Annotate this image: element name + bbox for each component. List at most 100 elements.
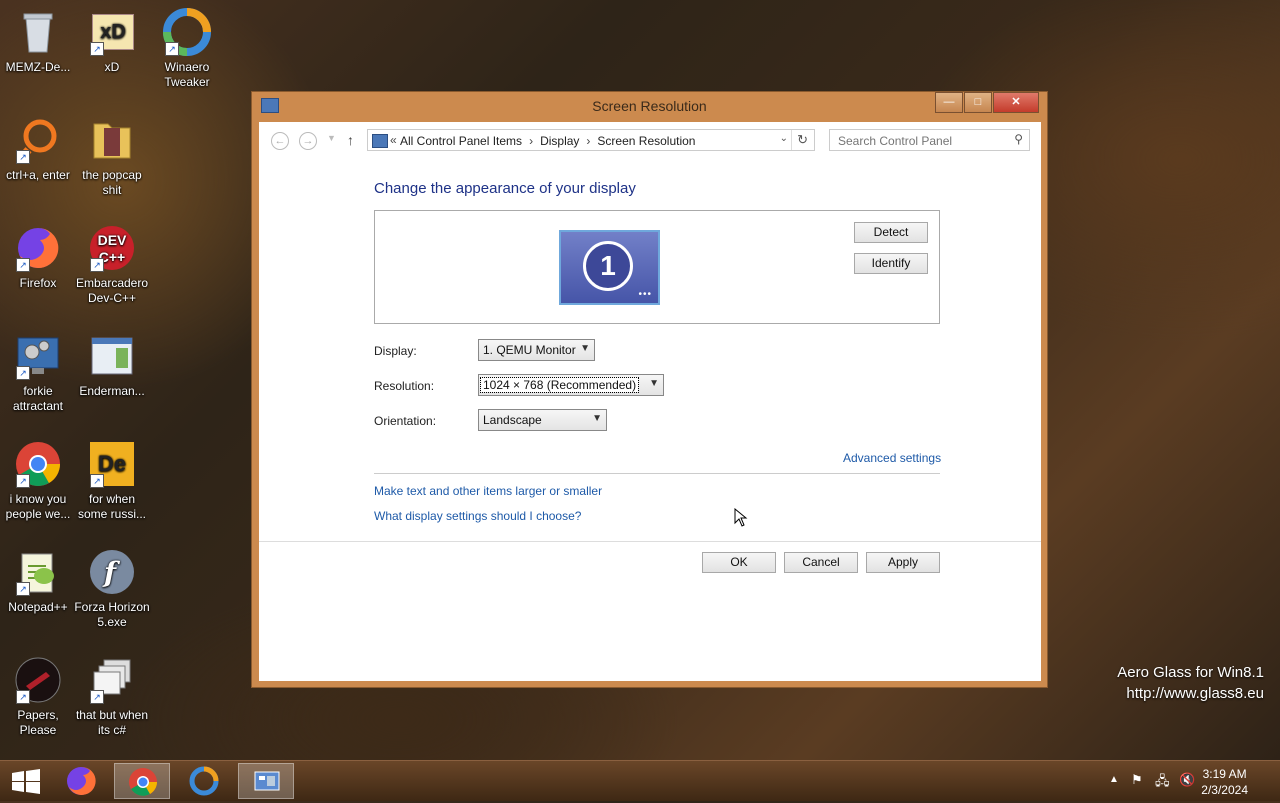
de-app-icon: De ↗: [88, 440, 136, 488]
desktop-icon-popcap[interactable]: the popcap shit: [74, 116, 150, 198]
address-dropdown-chevron-icon[interactable]: ⌄: [780, 133, 788, 144]
chevron-down-icon: ▼: [592, 413, 602, 424]
desktop-icon-forkie[interactable]: ↗ forkie attractant: [0, 332, 76, 414]
system-clock[interactable]: 3:19 AM 2/3/2024: [1201, 766, 1248, 798]
desktop-icon-memz[interactable]: MEMZ-De...: [0, 8, 76, 75]
breadcrumb-all-control-panel-items[interactable]: All Control Panel Items: [400, 134, 522, 148]
xd-app-icon: xD ↗: [88, 8, 136, 56]
shortcut-arrow-icon: ↗: [16, 150, 30, 164]
shortcut-arrow-icon: ↗: [165, 42, 179, 56]
chevron-down-icon: ▼: [580, 343, 590, 354]
shortcut-arrow-icon: ↗: [90, 42, 104, 56]
display-label: Display:: [374, 344, 417, 358]
refresh-icon[interactable]: ↻: [797, 132, 808, 148]
monitor-number: 1: [583, 241, 633, 291]
taskbar-chrome[interactable]: [114, 763, 170, 799]
volume-muted-icon[interactable]: 🔇: [1179, 772, 1195, 788]
magnifier-app-icon: ↗: [14, 116, 62, 164]
display-select-value: 1. QEMU Monitor: [483, 343, 576, 357]
orientation-label: Orientation:: [374, 414, 437, 428]
desktop-icon-that-but-csharp[interactable]: ↗ that but when its c#: [74, 656, 150, 738]
notepadpp-icon: ↗: [14, 548, 62, 596]
resolution-select[interactable]: 1024 × 768 (Recommended) ▼: [478, 374, 664, 396]
winaero-icon: ↗: [163, 8, 211, 56]
desktop-icon-chrome[interactable]: ↗ i know you people we...: [0, 440, 76, 522]
desktop-icon-ctrl-a-enter[interactable]: ↗ ctrl+a, enter: [0, 116, 76, 183]
windows-logo-icon: [12, 769, 40, 794]
desktop-icon-papers-please[interactable]: ↗ Papers, Please: [0, 656, 76, 738]
advanced-settings-link[interactable]: Advanced settings: [843, 451, 941, 465]
display-select[interactable]: 1. QEMU Monitor ▼: [478, 339, 595, 361]
display-help-link[interactable]: What display settings should I choose?: [374, 509, 581, 523]
search-input[interactable]: [836, 133, 1010, 149]
shortcut-arrow-icon: ↗: [16, 690, 30, 704]
footer-divider: [259, 541, 1041, 542]
watermark-line-1: Aero Glass for Win8.1: [1117, 664, 1264, 681]
ok-button[interactable]: OK: [702, 552, 776, 573]
minimize-button[interactable]: —: [935, 92, 963, 113]
window-content: ← → ▼ ↑ « All Control Panel Items › Displa…: [259, 122, 1041, 681]
shortcut-arrow-icon: ↗: [16, 258, 30, 272]
shortcut-arrow-icon: ↗: [16, 366, 30, 380]
aero-glass-watermark: Aero Glass for Win8.1 http://www.glass8.…: [1117, 662, 1264, 704]
shortcut-arrow-icon: ↗: [90, 474, 104, 488]
text-size-link[interactable]: Make text and other items larger or smal…: [374, 484, 602, 498]
apply-button[interactable]: Apply: [866, 552, 940, 573]
taskbar-firefox[interactable]: [53, 763, 109, 799]
resolution-label: Resolution:: [374, 379, 435, 393]
desktop-icon-de[interactable]: De ↗ for when some russi...: [74, 440, 150, 522]
address-bar[interactable]: « All Control Panel Items › Display › Screen…: [367, 129, 815, 151]
orientation-select[interactable]: Landscape ▼: [478, 409, 607, 431]
up-arrow-icon[interactable]: ↑: [347, 132, 354, 148]
clock-date: 2/3/2024: [1201, 783, 1248, 797]
start-button[interactable]: [0, 763, 56, 799]
desktop-icon-enderman[interactable]: Enderman...: [74, 332, 150, 399]
page-title: Change the appearance of your display: [374, 180, 636, 197]
action-center-flag-icon[interactable]: ⚑: [1131, 772, 1143, 788]
close-button[interactable]: ✕: [993, 92, 1039, 113]
back-arrow-icon[interactable]: ←: [271, 132, 289, 150]
desktop-icon-xd[interactable]: xD ↗ xD: [74, 8, 150, 75]
monitor-1-tile[interactable]: 1 •••: [559, 230, 660, 305]
desktop-icon-notepadpp[interactable]: ↗ Notepad++: [0, 548, 76, 615]
forward-arrow-icon[interactable]: →: [299, 132, 317, 150]
recent-pages-chevron-icon[interactable]: ▼: [327, 133, 336, 143]
shortcut-arrow-icon: ↗: [16, 582, 30, 596]
winaero-icon: [189, 766, 219, 796]
display-settings-icon: [372, 134, 388, 148]
breadcrumb-screen-resolution[interactable]: Screen Resolution: [597, 134, 695, 148]
taskbar-winaero[interactable]: [176, 763, 232, 799]
shortcut-arrow-icon: ↗: [16, 474, 30, 488]
window-app-icon: [88, 332, 136, 380]
shortcut-arrow-icon: ↗: [90, 690, 104, 704]
search-icon[interactable]: ⚲: [1014, 132, 1023, 146]
breadcrumb-overflow[interactable]: «: [390, 133, 397, 147]
chrome-icon: ↗: [14, 440, 62, 488]
breadcrumb-display[interactable]: Display: [540, 134, 579, 148]
orientation-select-value: Landscape: [483, 413, 542, 427]
search-box[interactable]: ⚲: [829, 129, 1030, 151]
mouse-cursor-icon: [734, 508, 748, 527]
recycle-bin-icon: [14, 8, 62, 56]
maximize-button[interactable]: □: [964, 92, 992, 113]
taskbar-control-panel[interactable]: [238, 763, 294, 799]
desktop-icon-forza[interactable]: f Forza Horizon 5.exe: [74, 548, 150, 630]
shortcut-arrow-icon: ↗: [90, 258, 104, 272]
firefox-icon: [67, 766, 96, 795]
show-hidden-icons-chevron-icon[interactable]: ▲: [1109, 774, 1119, 785]
desktop-icon-winaero[interactable]: ↗ Winaero Tweaker: [149, 8, 225, 90]
desktop-icon-devcpp[interactable]: DEV C++ ↗ Embarcadero Dev-C++: [74, 224, 150, 306]
flash-icon: f: [88, 548, 136, 596]
address-divider: [791, 130, 792, 150]
network-icon[interactable]: 🖧: [1155, 772, 1170, 794]
cancel-button[interactable]: Cancel: [784, 552, 858, 573]
breadcrumb-separator[interactable]: ›: [529, 134, 533, 148]
chevron-down-icon: ▼: [649, 378, 659, 389]
detect-button[interactable]: Detect: [854, 222, 928, 243]
breadcrumb-separator[interactable]: ›: [586, 134, 590, 148]
desktop-icon-firefox[interactable]: ↗ Firefox: [0, 224, 76, 291]
settings-monitor-icon: ↗: [14, 332, 62, 380]
title-bar[interactable]: Screen Resolution — □ ✕: [252, 92, 1047, 120]
taskbar: ▲ ⚑ 🖧 🔇 3:19 AM 2/3/2024: [0, 760, 1280, 801]
identify-button[interactable]: Identify: [854, 253, 928, 274]
